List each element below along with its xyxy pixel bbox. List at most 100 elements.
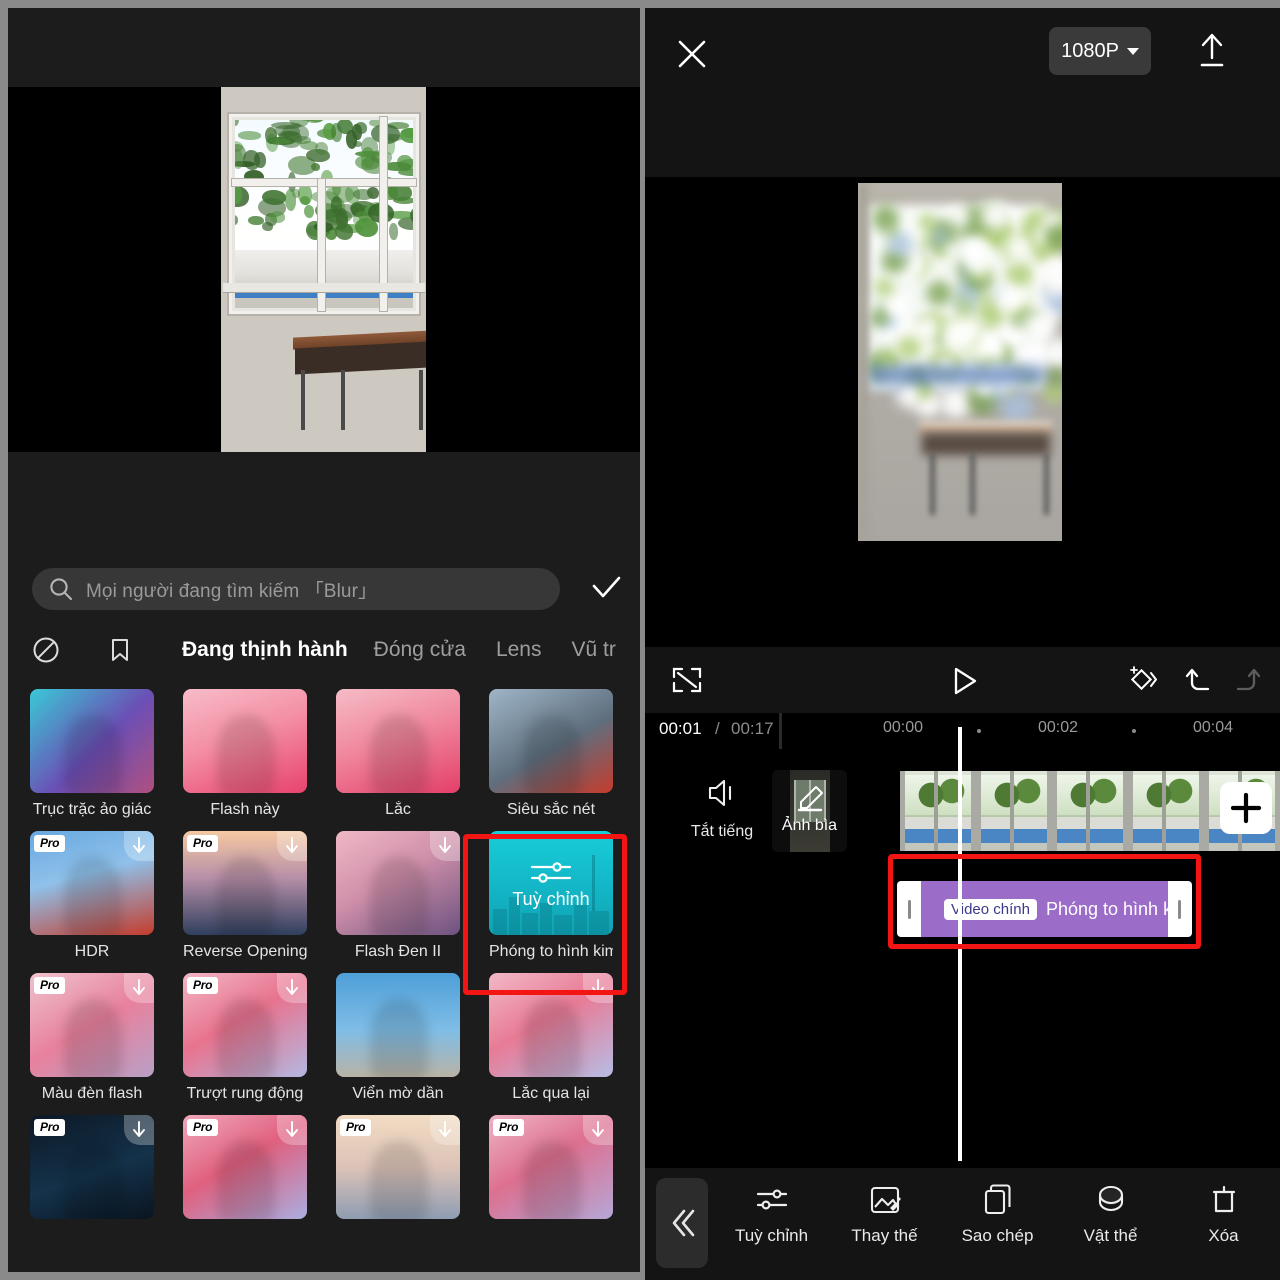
replace-image-icon [833, 1176, 937, 1224]
effect-card[interactable]: Pro [489, 1115, 613, 1227]
effect-card[interactable]: Flash Đen II [336, 831, 460, 961]
right-preview-stage [645, 177, 1280, 647]
effect-thumbnail[interactable]: Pro [30, 973, 154, 1077]
download-icon[interactable] [124, 1115, 154, 1145]
download-icon[interactable] [583, 973, 613, 1003]
search-input[interactable]: Mọi người đang tìm kiếm 「Blur」 [32, 568, 560, 610]
effect-thumbnail[interactable]: Pro [183, 831, 307, 935]
effect-card[interactable]: Pro [183, 1115, 307, 1227]
effect-card[interactable]: Pro HDR [30, 831, 154, 961]
effect-thumbnail[interactable] [336, 973, 460, 1077]
effect-preview-figure [64, 715, 122, 793]
trim-handle-left[interactable] [908, 900, 911, 919]
effects-grid: Trục trặc ảo giác Flash này Lắc Siêu sắc né… [8, 679, 640, 1272]
mute-button[interactable]: Tắt tiếng [675, 774, 769, 841]
toolbar-item[interactable]: Sao chép [946, 1176, 1050, 1246]
effect-thumbnail[interactable] [336, 689, 460, 793]
clip-frame [1128, 771, 1204, 851]
timeline[interactable]: 00:01 / 00:17 00:00 00:02 00:04 Tắt tiến… [645, 713, 1280, 1168]
download-icon[interactable] [583, 1115, 613, 1145]
effect-preview-figure [370, 715, 428, 793]
pro-badge: Pro [493, 1119, 525, 1136]
effect-card[interactable]: Pro Màu đèn flash [30, 973, 154, 1103]
toolbar-item[interactable]: Thay thế [833, 1176, 937, 1246]
effect-thumbnail[interactable]: Pro [183, 973, 307, 1077]
trim-handle-right[interactable] [1178, 900, 1181, 919]
effects-browser-panel: Mọi người đang tìm kiếm 「Blur」 Đang thịn… [8, 8, 640, 1272]
effect-card[interactable]: Flash này [183, 689, 307, 819]
bookmark-icon[interactable] [104, 634, 136, 666]
tab-lens[interactable]: Lens [496, 638, 542, 662]
toolbar-item[interactable]: Tuỳ chỉnh [720, 1176, 824, 1246]
effect-thumbnail[interactable]: Pro [30, 1115, 154, 1219]
effect-card[interactable]: Pro Trượt rung động [183, 973, 307, 1103]
toolbar-item[interactable]: Xóa [1172, 1176, 1276, 1246]
effect-thumbnail[interactable]: Pro [336, 1115, 460, 1219]
effect-preview-figure [217, 1141, 275, 1219]
download-icon[interactable] [430, 1115, 460, 1145]
effect-thumbnail[interactable] [489, 973, 613, 1077]
effect-preview-figure [64, 1141, 122, 1219]
chevron-double-left-icon[interactable] [656, 1178, 708, 1268]
selected-effect-clip[interactable]: Video chính Phóng to hình k [897, 881, 1192, 937]
download-icon[interactable] [277, 973, 307, 1003]
video-preview-original[interactable] [221, 87, 426, 452]
timeline-ruler[interactable]: 00:01 / 00:17 00:00 00:02 00:04 [645, 713, 1280, 749]
mute-label: Tắt tiếng [690, 823, 754, 840]
current-time: 00:01 [659, 719, 702, 738]
effect-card[interactable]: Siêu sắc nét [489, 689, 613, 819]
effect-label: Trục trặc ảo giác [32, 801, 152, 818]
effect-thumbnail[interactable]: Pro [30, 831, 154, 935]
effect-thumbnail[interactable]: Pro [183, 1115, 307, 1219]
sliders-icon [720, 1176, 824, 1224]
download-icon[interactable] [124, 831, 154, 861]
effect-card[interactable]: Lắc [336, 689, 460, 819]
tab-universe[interactable]: Vũ tr [571, 638, 615, 662]
effect-preview-figure [523, 999, 581, 1077]
upload-icon[interactable] [1190, 28, 1234, 74]
download-icon[interactable] [277, 831, 307, 861]
undo-icon[interactable] [1182, 663, 1218, 697]
effect-thumbnail[interactable] [183, 689, 307, 793]
add-keyframe-icon[interactable] [1125, 663, 1165, 697]
close-icon[interactable] [668, 30, 716, 78]
resolution-selector[interactable]: 1080P [1049, 27, 1151, 75]
expand-icon[interactable] [668, 663, 706, 697]
effect-label: Siêu sắc nét [506, 801, 596, 818]
cover-image-button[interactable]: Ảnh bìa [772, 770, 847, 852]
effect-card[interactable]: Lắc qua lại [489, 973, 613, 1103]
confirm-search-button[interactable] [586, 572, 626, 606]
object-icon [1059, 1176, 1163, 1224]
tab-closing[interactable]: Đóng cửa [374, 638, 466, 662]
redo-icon[interactable] [1228, 663, 1264, 697]
effect-card[interactable]: Pro [30, 1115, 154, 1227]
effect-thumbnail[interactable]: Tuỳ chỉnh [489, 831, 613, 935]
plus-icon[interactable] [1220, 782, 1272, 834]
download-icon[interactable] [124, 973, 154, 1003]
video-preview-blurred[interactable] [858, 183, 1062, 541]
pro-badge: Pro [187, 977, 219, 994]
effect-thumbnail[interactable] [489, 689, 613, 793]
custom-effect-card: Tuỳ chỉnh [489, 831, 613, 935]
effect-thumbnail[interactable] [336, 831, 460, 935]
preview-stage [8, 87, 640, 452]
effect-card[interactable]: Pro [336, 1115, 460, 1227]
effect-thumbnail[interactable]: Pro [489, 1115, 613, 1219]
download-icon[interactable] [277, 1115, 307, 1145]
tab-trending[interactable]: Đang thịnh hành [182, 638, 348, 662]
toolbar-item[interactable]: Vật thể [1059, 1176, 1163, 1246]
effect-card[interactable]: Trục trặc ảo giác [30, 689, 154, 819]
effect-card[interactable]: Tuỳ chỉnh Phóng to hình kim [489, 831, 613, 961]
playhead[interactable] [958, 727, 962, 1161]
no-effect-icon[interactable] [30, 634, 62, 666]
effect-card[interactable]: Viển mờ dần [336, 973, 460, 1103]
effect-thumbnail[interactable] [30, 689, 154, 793]
play-icon[interactable] [945, 663, 981, 699]
effect-card[interactable]: Pro Reverse Opening [183, 831, 307, 961]
effect-label: Trượt rung động [186, 1085, 304, 1102]
effect-preview-figure [523, 1141, 581, 1219]
time-separator: / [715, 719, 720, 738]
effect-clip-name: Phóng to hình k [1045, 898, 1168, 919]
pro-badge: Pro [187, 835, 219, 852]
download-icon[interactable] [430, 831, 460, 861]
